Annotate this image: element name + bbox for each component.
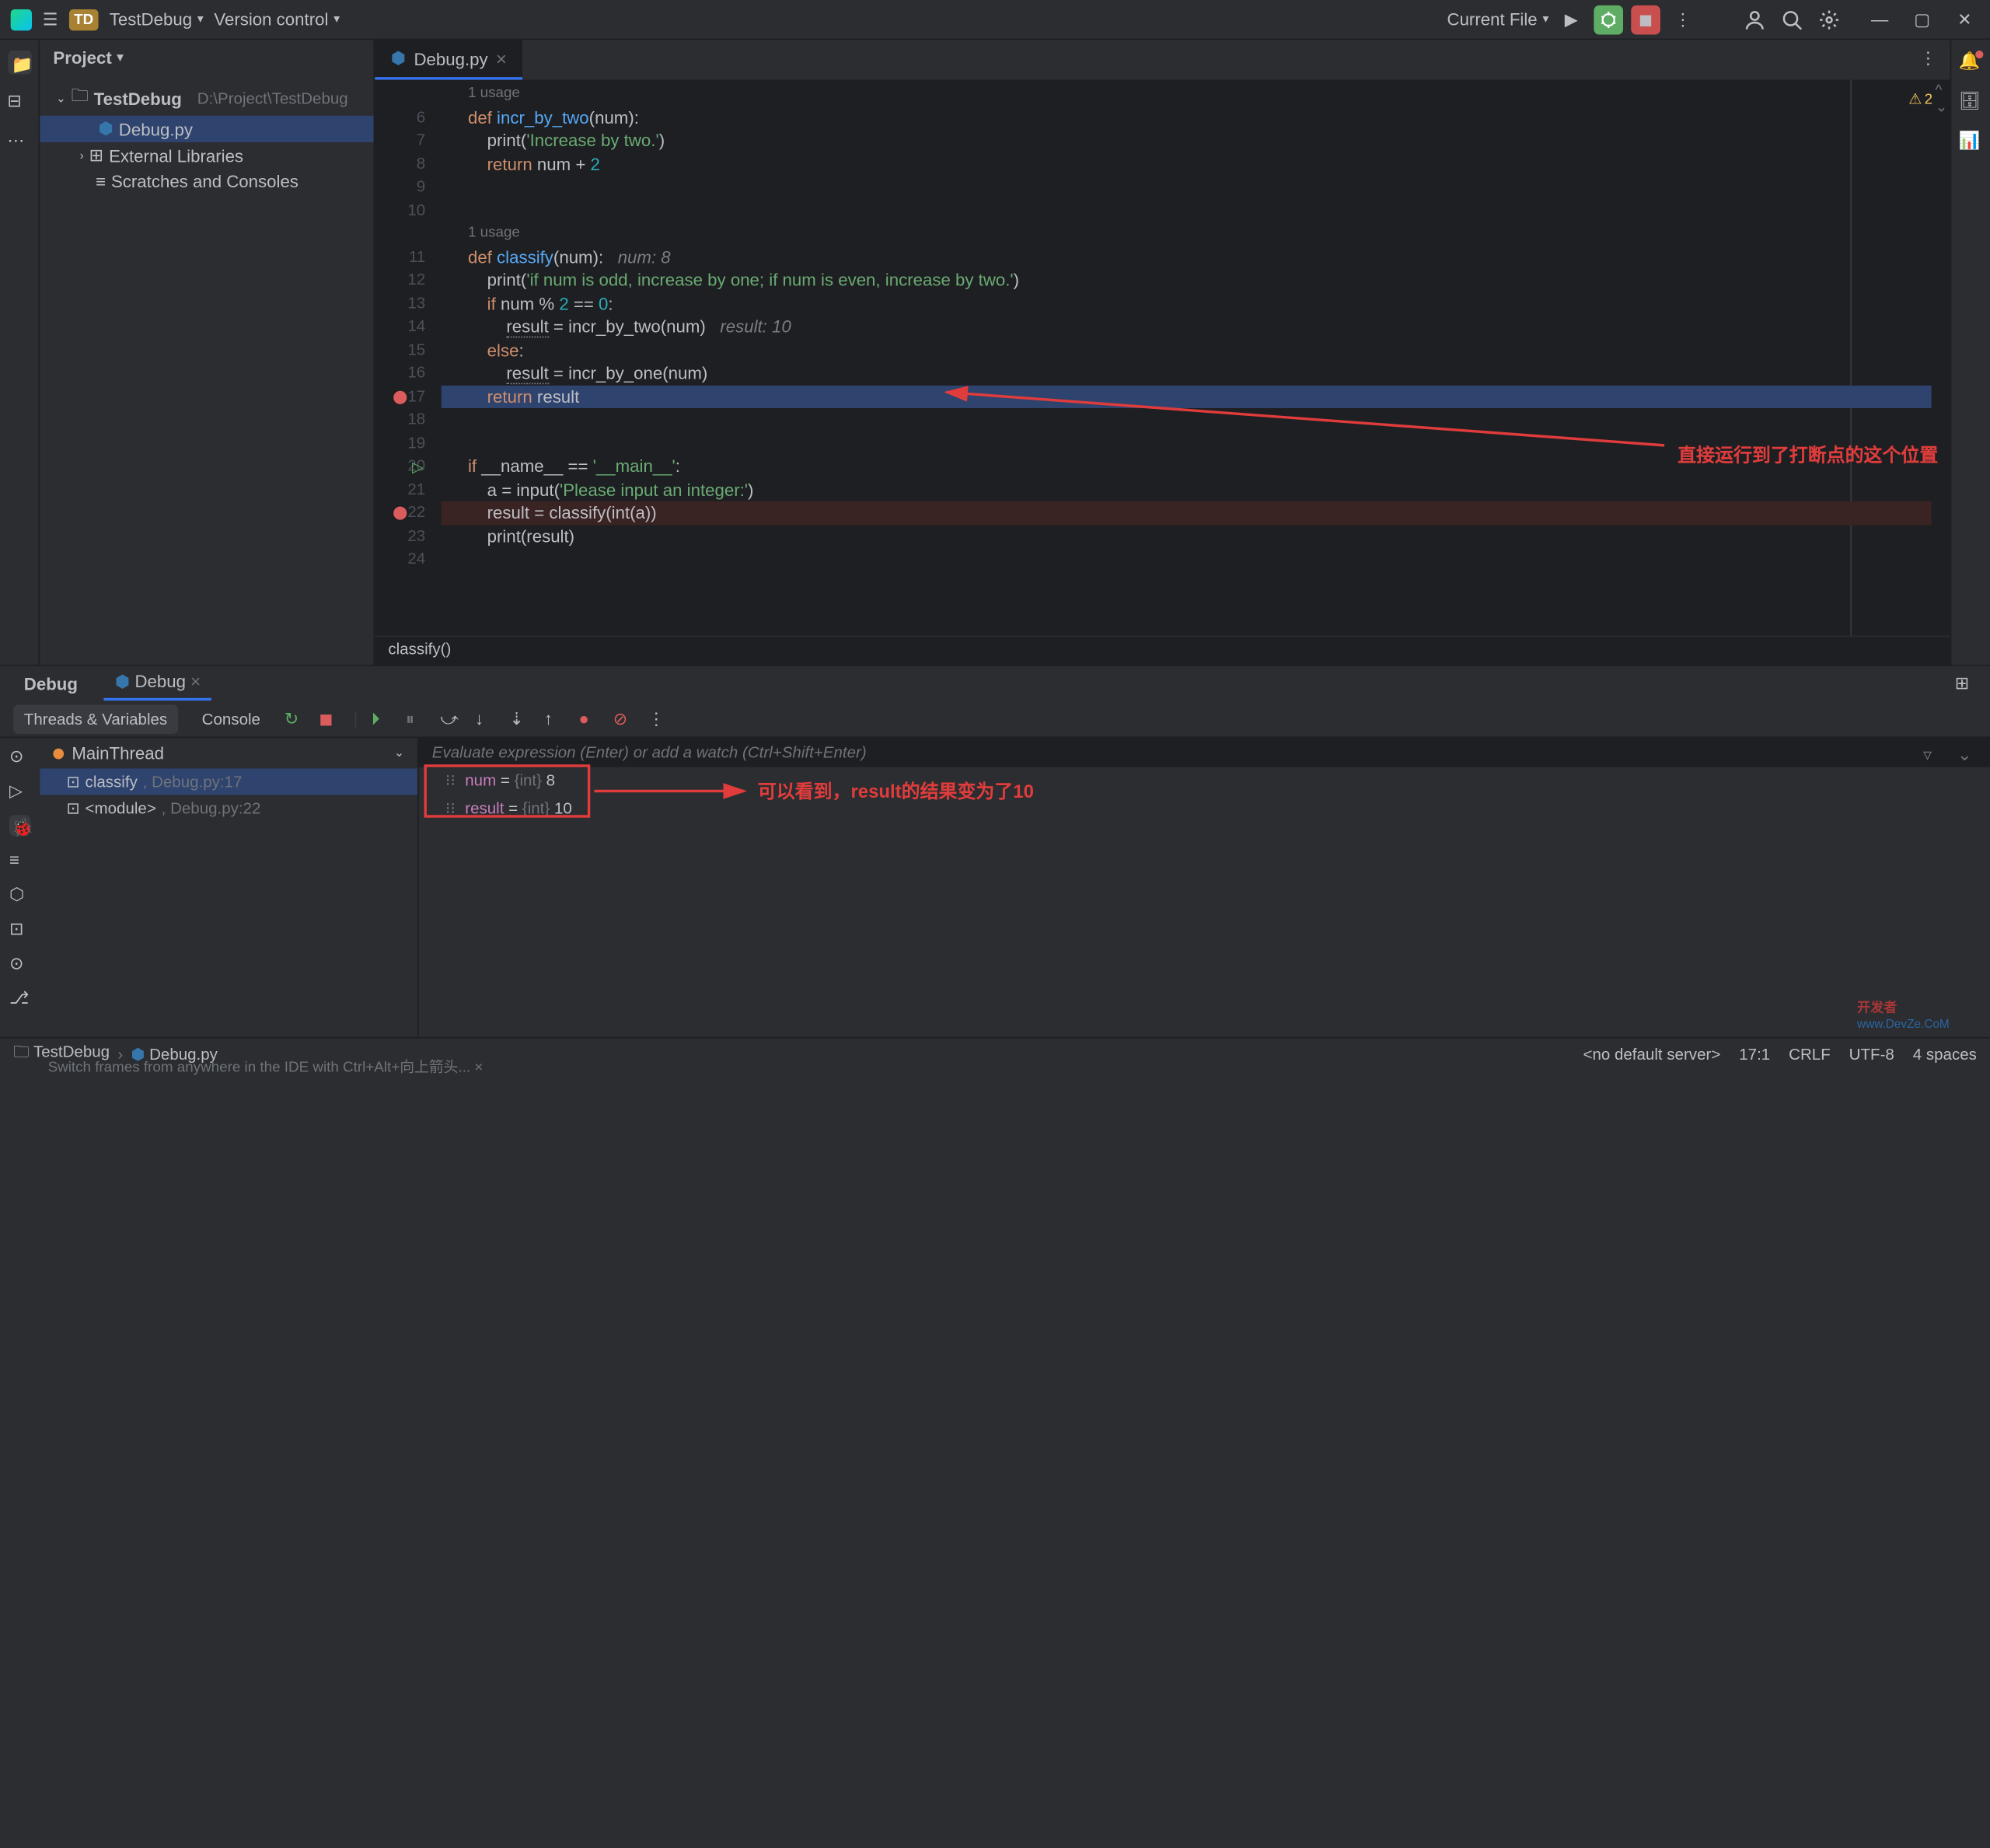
project-panel-header[interactable]: Project ▾ <box>40 40 373 75</box>
debug-icon[interactable]: ⊙ <box>9 746 30 767</box>
tab-close-icon[interactable]: × <box>496 48 507 69</box>
structure-tool-icon[interactable]: ⊟ <box>7 90 31 114</box>
vcs-menu[interactable]: Version control ▾ <box>214 9 340 30</box>
ide-logo-icon[interactable] <box>11 9 32 30</box>
more-tool-icon[interactable]: ⋯ <box>7 131 31 155</box>
svg-text:www.DevZe.CoM: www.DevZe.CoM <box>1857 1018 1950 1031</box>
debug-panel: Debug ⬢ Debug × ⊞ Threads & Variables Co… <box>0 665 1990 1037</box>
variable-row[interactable]: ⁝⁝ result = {int} 10 <box>419 795 1990 823</box>
tab-options-icon[interactable]: ⋮ <box>1906 40 1950 79</box>
run-side-icon[interactable]: ▷ <box>9 781 30 802</box>
stack-frame[interactable]: ⊡ classify, Debug.py:17 <box>40 768 417 795</box>
step-out-icon[interactable]: ↑ <box>544 708 565 729</box>
view-breakpoints-icon[interactable]: ● <box>578 708 599 729</box>
project-panel: Project ▾ ⌄ 🗀 TestDebug D:\Project\TestD… <box>40 40 375 665</box>
minimize-icon[interactable]: — <box>1865 5 1894 34</box>
account-icon[interactable] <box>1740 5 1770 34</box>
stop-button[interactable]: ◼ <box>1631 5 1660 34</box>
sciview-tool-icon[interactable]: 📊 <box>1959 131 1983 155</box>
tab-bar: ⬢ Debug.py × ⋮ <box>375 40 1950 79</box>
annotation-text: 直接运行到了打断点的这个位置 <box>1678 442 1938 468</box>
stack-frame[interactable]: ⊡ <module>, Debug.py:22 <box>40 795 417 822</box>
debug-side-toolbar: ⊙ ▷ 🐞 ≡ ⬡ ⊡ ⊙ ⎇ <box>0 738 40 1037</box>
right-toolbar: 🔔 🗄 📊 <box>1950 40 1990 665</box>
console-tab[interactable]: Console <box>191 704 271 733</box>
watermark: 开发者 www.DevZe.CoM <box>1857 996 1977 1039</box>
evaluate-input[interactable]: Evaluate expression (Enter) or add a wat… <box>419 738 1990 767</box>
svg-text:开发者: 开发者 <box>1857 999 1897 1015</box>
left-toolbar: 📁 ⊟ ⋯ <box>0 40 40 665</box>
breakpoint-icon[interactable] <box>393 507 407 520</box>
stop-icon[interactable]: ◼ <box>319 708 340 729</box>
resume-icon[interactable]: ⏵ <box>372 708 393 729</box>
layout-icon[interactable]: ⊞ <box>1947 669 1977 698</box>
editor-tab[interactable]: ⬢ Debug.py × <box>375 40 522 79</box>
breadcrumb[interactable]: classify() <box>375 635 1950 665</box>
run-config-selector[interactable]: Current File ▾ <box>1447 9 1549 30</box>
warning-badge[interactable]: ⚠2 ^ ⌄ <box>1908 82 1947 116</box>
status-line-sep[interactable]: CRLF <box>1789 1044 1831 1063</box>
variable-row[interactable]: ⁝⁝ num = {int} 8 <box>419 767 1990 795</box>
more-debug-icon[interactable]: ⋮ <box>648 708 669 729</box>
filter-icon[interactable]: ▿ <box>1913 741 1943 770</box>
maximize-icon[interactable]: ▢ <box>1908 5 1937 34</box>
step-into-icon[interactable]: ↓ <box>475 708 496 729</box>
services-icon[interactable]: ⬡ <box>9 884 30 905</box>
close-icon[interactable]: ✕ <box>1950 5 1980 34</box>
debug-config-tab[interactable]: ⬢ Debug × <box>104 666 211 700</box>
run-gutter-icon[interactable]: ▷ <box>412 457 423 480</box>
layers-icon[interactable]: ≡ <box>9 850 30 871</box>
tree-file-debug[interactable]: ⬢ Debug.py <box>40 116 373 142</box>
tree-root[interactable]: ⌄ 🗀 TestDebug D:\Project\TestDebug <box>40 81 373 115</box>
tip-text: Switch frames from anywhere in the IDE w… <box>40 1053 491 1079</box>
usage-hint[interactable]: 1 usage <box>442 222 1932 246</box>
editor-area: ⬢ Debug.py × ⋮ 6 7 8 9 10 11 12 13 14 15 <box>375 40 1950 665</box>
inspection-gutter[interactable]: ⚠2 ^ ⌄ <box>1932 80 1950 636</box>
gutter[interactable]: 6 7 8 9 10 11 12 13 14 15 16 17 18 19 ▷2… <box>375 80 442 636</box>
notifications-icon[interactable]: 🔔 <box>1959 51 1983 75</box>
status-server[interactable]: <no default server> <box>1583 1044 1720 1063</box>
pause-icon[interactable]: ⏸ <box>406 708 427 729</box>
variables-panel: Evaluate expression (Enter) or add a wat… <box>419 738 1990 1037</box>
annotation-text: 可以看到，result的结果变为了10 <box>758 777 1034 804</box>
expand-icon[interactable]: ⌄ <box>1950 741 1980 770</box>
tree-scratches[interactable]: ≡ Scratches and Consoles <box>40 169 373 194</box>
usage-hint[interactable]: 1 usage <box>442 82 1932 106</box>
tree-external-libs[interactable]: › ⊞ External Libraries <box>40 142 373 169</box>
project-tool-icon[interactable]: 📁 <box>7 51 31 75</box>
current-exec-line: return result <box>442 385 1932 408</box>
tab-label: Debug.py <box>414 48 487 68</box>
settings-icon[interactable] <box>1814 5 1844 34</box>
status-position[interactable]: 17:1 <box>1739 1044 1770 1063</box>
thread-selector[interactable]: MainThread⌄ <box>40 738 417 768</box>
mute-breakpoints-icon[interactable]: ⊘ <box>613 708 634 729</box>
step-into-my-icon[interactable]: ⇣ <box>509 708 530 729</box>
run-button[interactable]: ▶ <box>1557 5 1587 34</box>
vcs-side-icon[interactable]: ⎇ <box>9 988 30 1009</box>
frames-panel: MainThread⌄ ⊡ classify, Debug.py:17 ⊡ <m… <box>40 738 418 1037</box>
status-encoding[interactable]: UTF-8 <box>1849 1044 1894 1063</box>
hamburger-menu-icon[interactable]: ☰ <box>43 9 58 30</box>
rerun-icon[interactable]: ↻ <box>285 708 305 729</box>
project-badge: TD <box>68 9 99 30</box>
debug-tool-tab[interactable]: Debug <box>13 668 89 698</box>
titlebar: ☰ TD TestDebug ▾ Version control ▾ Curre… <box>0 0 1990 40</box>
more-actions-icon[interactable]: ⋮ <box>1668 5 1698 34</box>
project-selector[interactable]: TestDebug ▾ <box>110 9 204 30</box>
code-editor[interactable]: 6 7 8 9 10 11 12 13 14 15 16 17 18 19 ▷2… <box>375 80 1950 636</box>
problems-icon[interactable]: ⊙ <box>9 953 30 974</box>
bug-side-icon[interactable]: 🐞 <box>9 815 30 836</box>
terminal-icon[interactable]: ⊡ <box>9 919 30 940</box>
debug-button[interactable] <box>1594 5 1623 34</box>
status-indent[interactable]: 4 spaces <box>1913 1044 1977 1063</box>
search-icon[interactable] <box>1777 5 1807 34</box>
database-tool-icon[interactable]: 🗄 <box>1959 90 1983 114</box>
step-over-icon[interactable]: ⤻ <box>440 708 461 729</box>
threads-vars-tab[interactable]: Threads & Variables <box>13 704 178 733</box>
breakpoint-icon[interactable] <box>393 390 407 403</box>
tip-close-icon[interactable]: × <box>474 1060 483 1076</box>
